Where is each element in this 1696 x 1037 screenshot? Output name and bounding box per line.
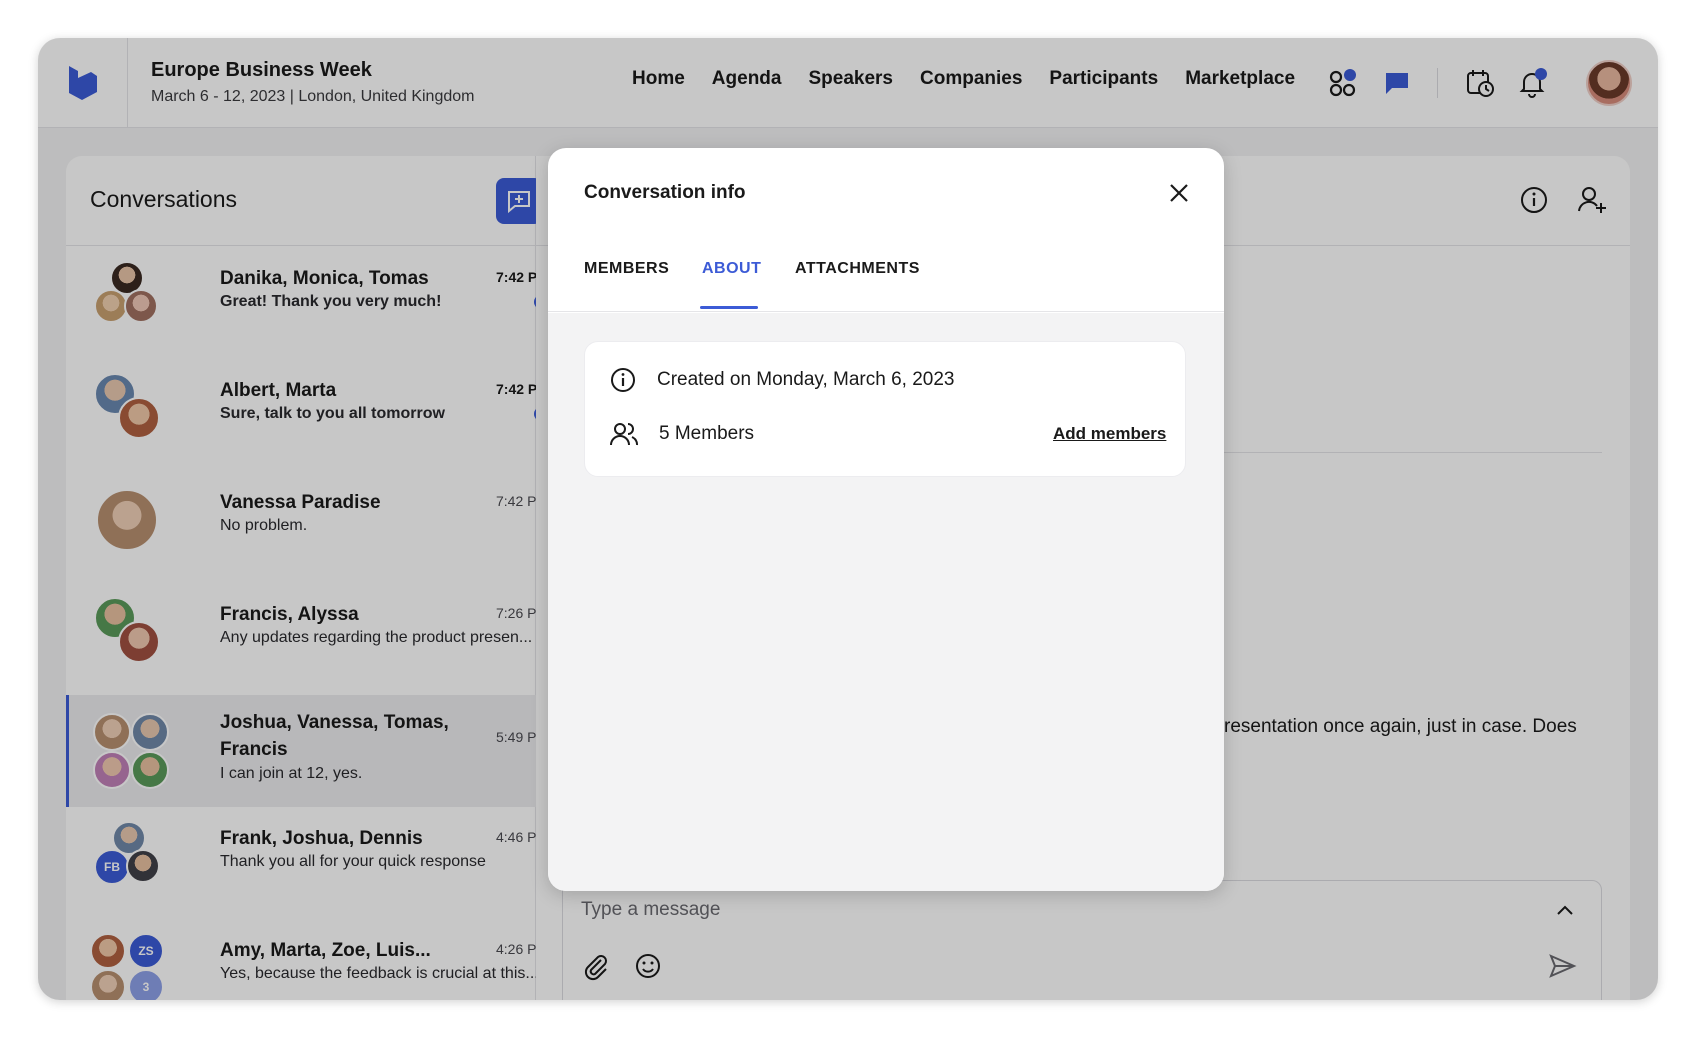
close-button[interactable] [1164,178,1194,208]
modal-body: Created on Monday, March 6, 2023 5 Membe… [548,313,1224,891]
tab-attachments[interactable]: ATTACHMENTS [795,260,920,278]
created-date: Created on Monday, March 6, 2023 [657,369,955,390]
members-row: 5 Members [609,420,754,448]
info-icon [611,368,635,392]
add-members-link[interactable]: Add members [1053,424,1166,444]
conversation-info-modal: Conversation info MEMBERS ABOUT ATTACHME… [548,148,1224,891]
modal-title: Conversation info [584,182,746,203]
tab-members[interactable]: MEMBERS [584,260,669,278]
members-count: 5 Members [659,423,755,444]
members-icon [610,423,638,446]
tab-about[interactable]: ABOUT [702,260,761,278]
about-card: Created on Monday, March 6, 2023 5 Membe… [584,341,1186,477]
app-window: Europe Business Week March 6 - 12, 2023 … [38,38,1658,1000]
created-row: Created on Monday, March 6, 2023 [609,366,955,394]
close-icon [1170,184,1188,202]
modal-tabs: MEMBERS ABOUT ATTACHMENTS [548,244,1224,312]
active-tab-indicator [700,306,758,309]
